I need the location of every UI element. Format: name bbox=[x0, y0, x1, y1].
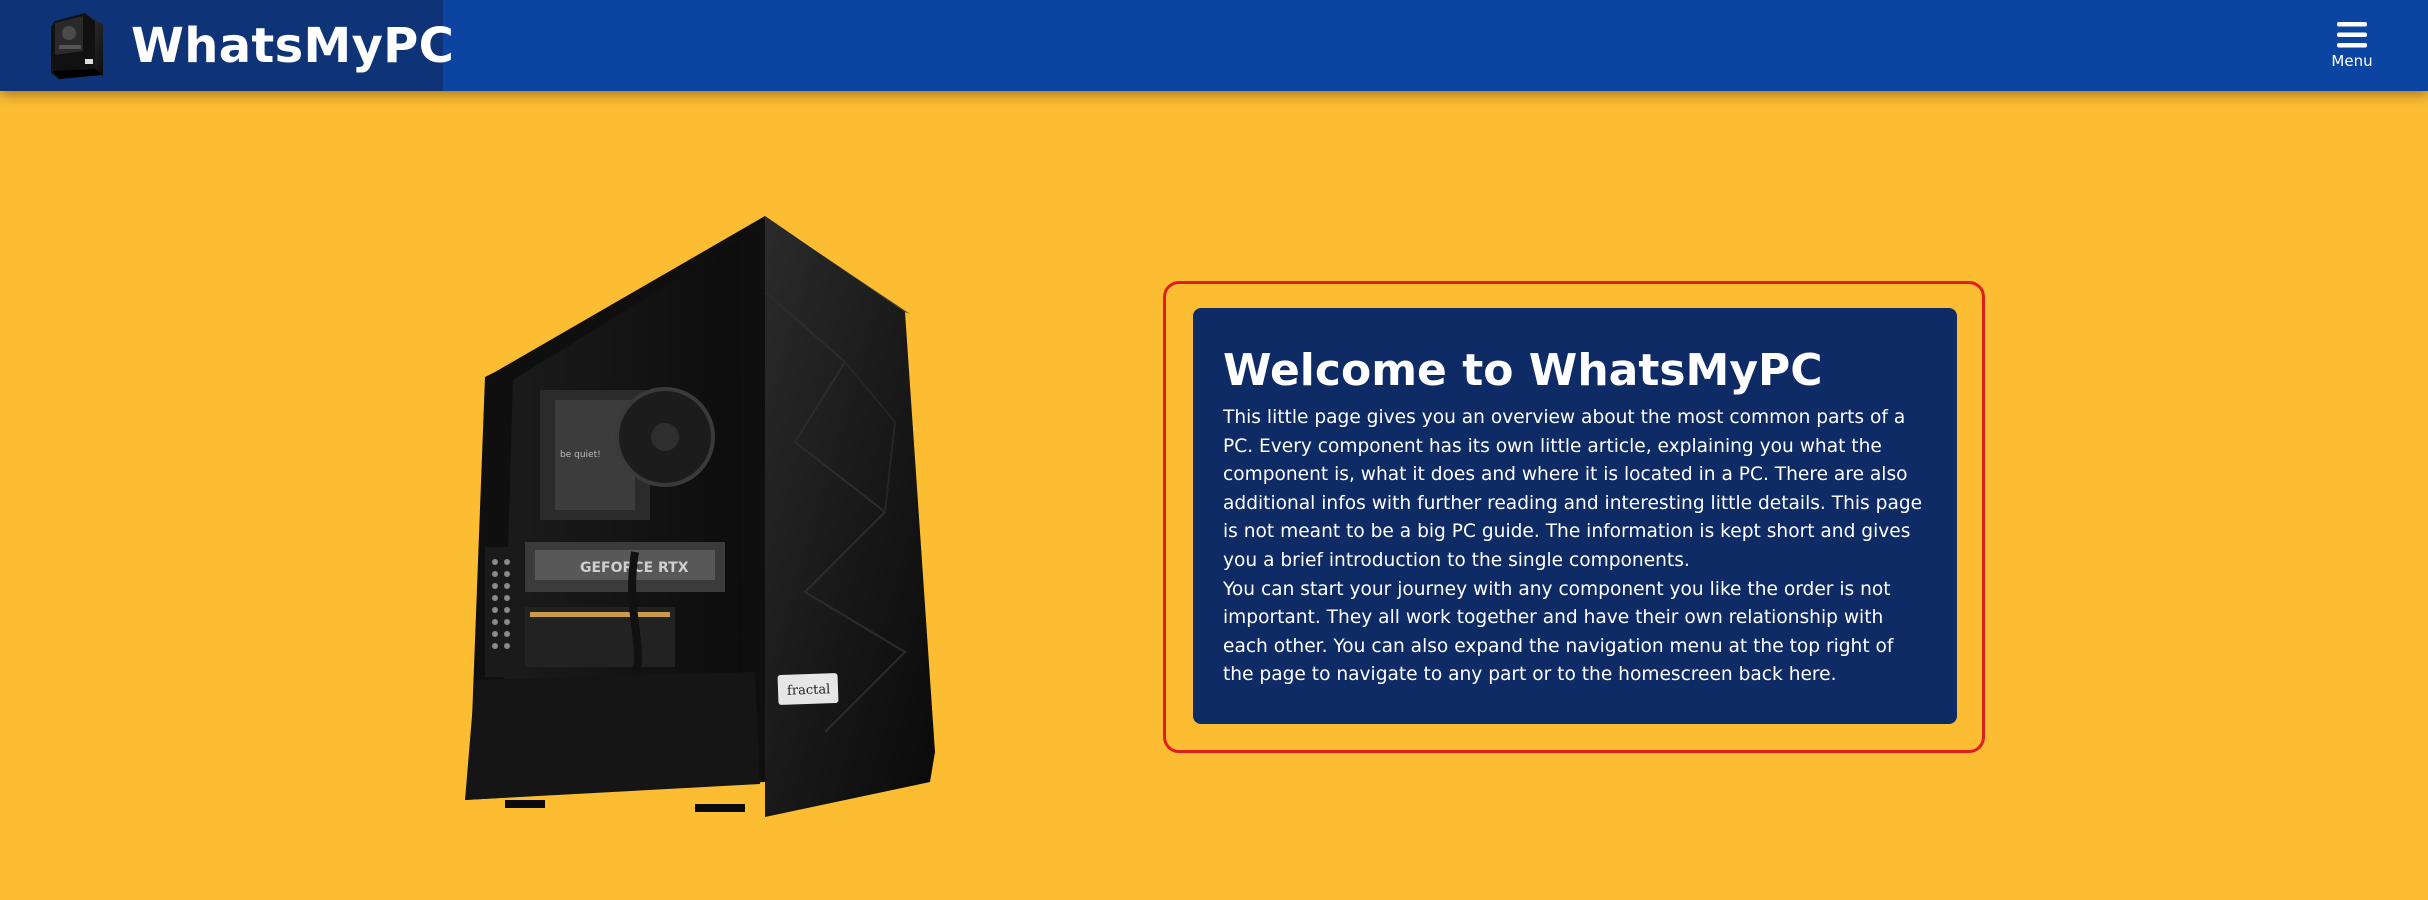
pc-case-image: be quiet! GEFORCE RTX fractal bbox=[465, 216, 935, 817]
welcome-title: Welcome to WhatsMyPC bbox=[1223, 345, 1823, 396]
case-badge-label: fractal bbox=[787, 682, 831, 698]
brand-name: WhatsMyPC bbox=[131, 18, 455, 74]
menu-label: Menu bbox=[2331, 52, 2373, 70]
welcome-paragraph-journey: You can start your journey with any comp… bbox=[1223, 578, 1894, 686]
welcome-paragraph-intro: This little page gives you an overview a… bbox=[1223, 407, 1923, 571]
pc-case-logo-icon bbox=[51, 13, 103, 79]
hamburger-menu-icon bbox=[2337, 22, 2367, 48]
top-navigation-bar: WhatsMyPC Menu bbox=[0, 0, 2428, 91]
welcome-card: Welcome to WhatsMyPC This little page gi… bbox=[1193, 308, 1957, 724]
brand-home-link[interactable]: WhatsMyPC bbox=[0, 0, 454, 91]
menu-button[interactable]: Menu bbox=[2322, 18, 2382, 76]
cooler-label: be quiet! bbox=[560, 450, 601, 460]
